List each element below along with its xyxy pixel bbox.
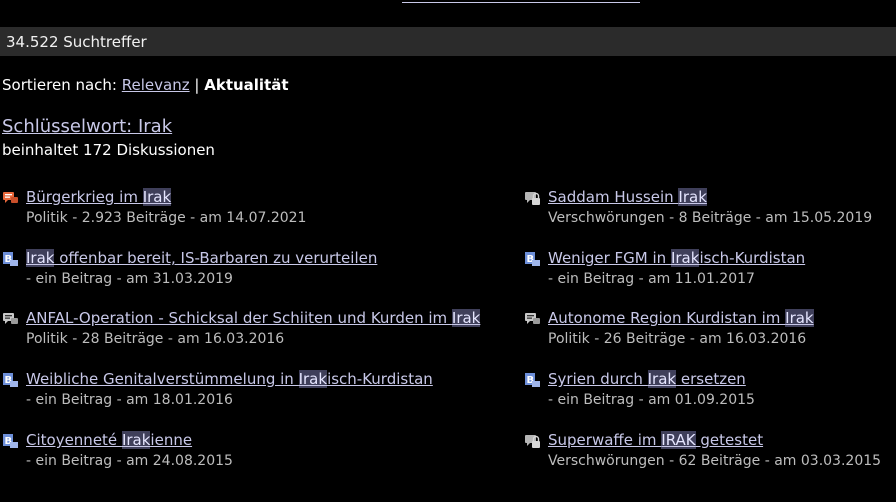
keyword-link[interactable]: Schlüsselwort: Irak [2, 116, 172, 137]
result-meta: Politik - 2.923 Beiträge - am 14.07.2021 [26, 210, 307, 226]
result-meta: Politik - 26 Beiträge - am 16.03.2016 [548, 331, 807, 347]
sort-separator: | [194, 76, 200, 94]
result-meta: Verschwörungen - 62 Beiträge - am 03.03.… [548, 453, 882, 469]
result-meta: Politik - 28 Beiträge - am 16.03.2016 [26, 331, 285, 347]
discussion-icon [525, 313, 540, 324]
result-meta: - ein Beitrag - am 24.08.2015 [26, 453, 233, 469]
locked-discussion-icon [525, 435, 540, 448]
result-title-link[interactable]: Autonome Region Kurdistan im Irak [548, 309, 814, 327]
blog-icon: B [3, 373, 18, 387]
result-title-link[interactable]: Weniger FGM in Irakisch-Kurdistan [548, 249, 805, 267]
results-count: 34.522 Suchtreffer [6, 32, 147, 51]
blog-icon: B [3, 252, 18, 266]
result-title-link[interactable]: Saddam Hussein Irak [548, 188, 707, 206]
result-title-link[interactable]: Irak offenbar bereit, IS-Barbaren zu ver… [26, 249, 377, 267]
blog-icon: B [525, 373, 540, 387]
locked-discussion-icon [525, 192, 540, 205]
result-meta: - ein Beitrag - am 01.09.2015 [548, 392, 755, 408]
top-link-underline[interactable] [402, 0, 640, 3]
sort-options: Sortieren nach: Relevanz | Aktualität [2, 76, 289, 94]
discussion-hot-icon [3, 192, 18, 203]
result-title-link[interactable]: ANFAL-Operation - Schicksal der Schiiten… [26, 309, 481, 327]
keyword-subtitle: beinhaltet 172 Diskussionen [2, 141, 215, 159]
sort-relevance-link[interactable]: Relevanz [122, 76, 190, 94]
discussion-icon [3, 313, 18, 324]
result-title-link[interactable]: Citoyenneté Irakienne [26, 431, 192, 449]
result-title-link[interactable]: Bürgerkrieg im Irak [26, 188, 172, 206]
result-title-link[interactable]: Superwaffe im IRAK getestet [548, 431, 763, 449]
result-title-link[interactable]: Syrien durch Irak ersetzen [548, 370, 746, 388]
result-meta: - ein Beitrag - am 18.01.2016 [26, 392, 233, 408]
result-title-link[interactable]: Weibliche Genitalverstümmelung in Irakis… [26, 370, 433, 388]
blog-icon: B [525, 252, 540, 266]
result-meta: - ein Beitrag - am 31.03.2019 [26, 271, 233, 287]
result-meta: - ein Beitrag - am 11.01.2017 [548, 271, 755, 287]
blog-icon: B [3, 434, 18, 448]
result-meta: Verschwörungen - 8 Beiträge - am 15.05.2… [548, 210, 873, 226]
sort-label: Sortieren nach: [2, 76, 117, 94]
sort-current: Aktualität [204, 76, 289, 94]
results-count-bar: 34.522 Suchtreffer [0, 27, 896, 56]
